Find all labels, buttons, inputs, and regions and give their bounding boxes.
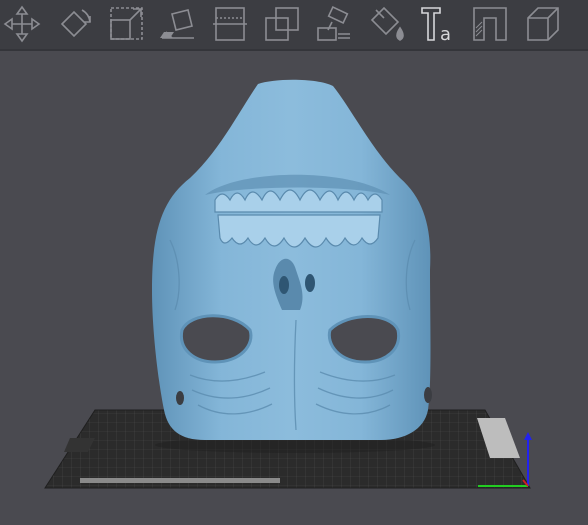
- paint-bucket-tool-button[interactable]: [364, 2, 408, 46]
- scale-icon: [110, 7, 143, 40]
- move-tool-button[interactable]: [0, 2, 44, 46]
- arrange-icon: [265, 7, 299, 41]
- cut-icon: [213, 7, 247, 41]
- rotate-icon: [60, 9, 91, 38]
- cube-view-tool-button[interactable]: [520, 2, 564, 46]
- cut-tool-button[interactable]: [208, 2, 252, 46]
- svg-text:a: a: [440, 24, 451, 44]
- arrange-tool-button[interactable]: [260, 2, 304, 46]
- scale-tool-button[interactable]: [104, 2, 148, 46]
- skull-mask-model[interactable]: [152, 79, 432, 441]
- move-icon: [3, 5, 41, 43]
- measure-icon: [473, 7, 507, 41]
- text-tool-button[interactable]: a: [416, 2, 460, 46]
- support-painting-tool-button[interactable]: [312, 2, 356, 46]
- 3d-viewport[interactable]: [0, 51, 588, 525]
- paint-bucket-icon: [370, 6, 404, 41]
- toolbar: a: [0, 0, 588, 51]
- text-tool-icon: a: [421, 7, 451, 44]
- place-on-face-icon: [160, 9, 194, 39]
- place-on-face-tool-button[interactable]: [156, 2, 200, 46]
- rotate-tool-button[interactable]: [52, 2, 96, 46]
- support-painting-icon: [317, 6, 350, 41]
- cube-view-icon: [527, 7, 559, 41]
- measure-tool-button[interactable]: [468, 2, 512, 46]
